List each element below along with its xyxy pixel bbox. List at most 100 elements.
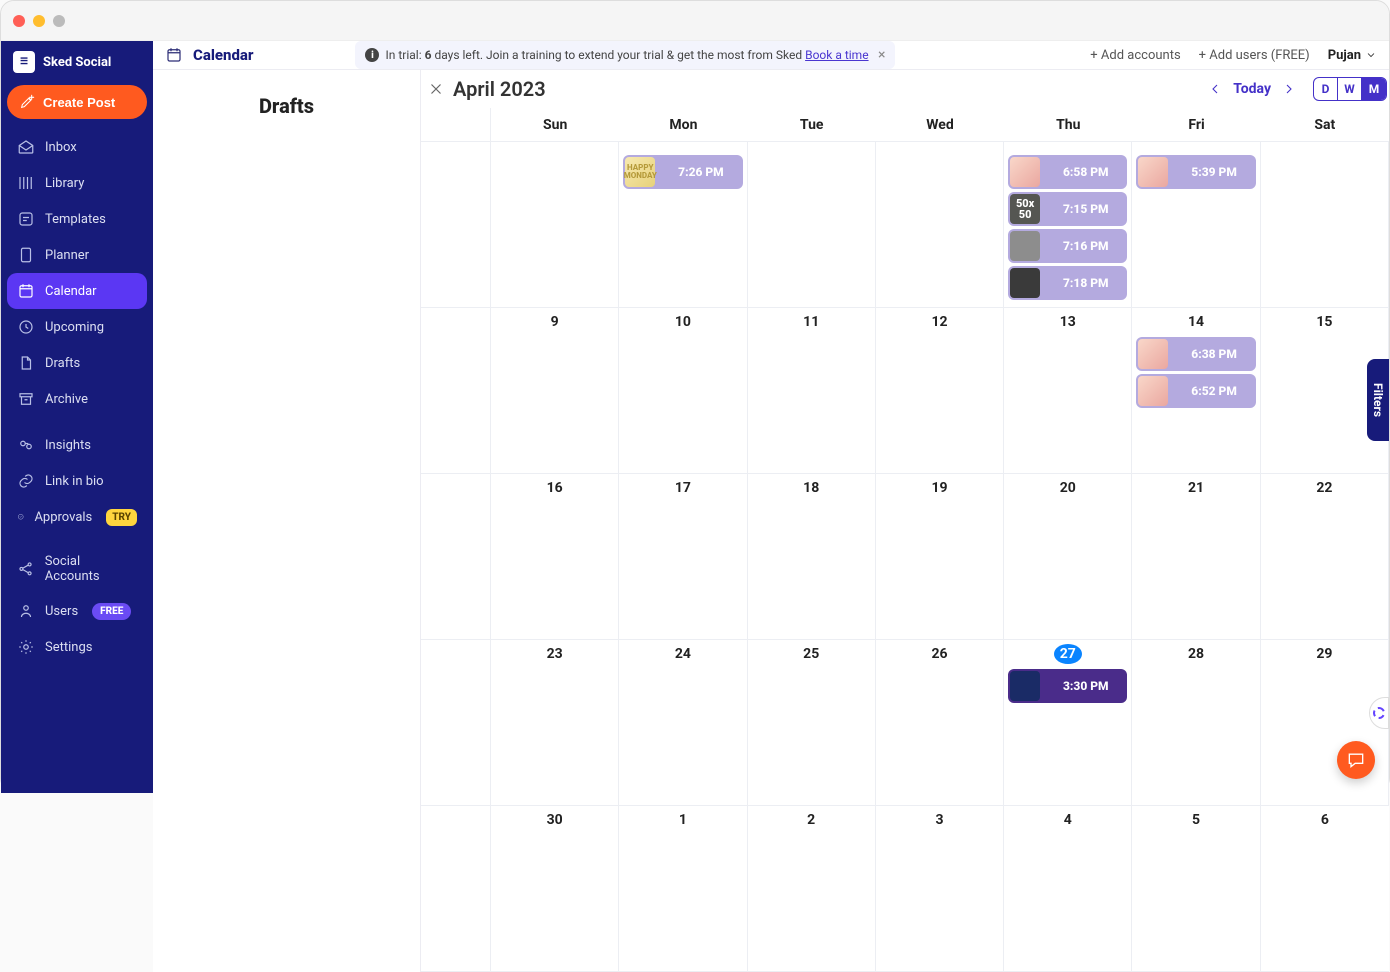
calendar-day-cell[interactable]: 2 <box>748 806 876 972</box>
next-month-icon[interactable] <box>1281 81 1297 97</box>
day-header: Sat <box>1261 108 1389 142</box>
planner-icon <box>17 246 35 264</box>
calendar-day-cell[interactable]: 146:38 PM6:52 PM <box>1132 308 1260 474</box>
sidebar-item-library[interactable]: Library <box>7 165 147 201</box>
sidebar-item-templates[interactable]: Templates <box>7 201 147 237</box>
sidebar-item-linkinbio[interactable]: Link in bio <box>7 463 147 499</box>
sidebar-item-drafts[interactable]: Drafts <box>7 345 147 381</box>
calendar-day-cell[interactable]: 18 <box>748 474 876 640</box>
calendar-day-cell[interactable]: 24 <box>619 640 747 806</box>
book-time-link[interactable]: Book a time <box>805 48 868 62</box>
user-menu[interactable]: Pujan <box>1328 48 1377 63</box>
calendar-day-cell[interactable]: 16 <box>491 474 619 640</box>
event-time: 7:16 PM <box>1046 239 1125 253</box>
view-week[interactable]: W <box>1338 78 1362 100</box>
sidebar-item-upcoming[interactable]: Upcoming <box>7 309 147 345</box>
add-users-link[interactable]: + Add users (FREE) <box>1199 48 1310 63</box>
support-chat-button[interactable] <box>1337 741 1375 779</box>
sidebar-item-users[interactable]: UsersFREE <box>7 593 147 629</box>
sidebar-item-calendar[interactable]: Calendar <box>7 273 147 309</box>
calendar-panel: April 2023 Today D W M SunMonTueWedThuFr… <box>421 70 1389 972</box>
calendar-day-cell[interactable]: 19 <box>876 474 1004 640</box>
calendar-day-cell[interactable]: 4 <box>1004 806 1132 972</box>
event-thumb <box>1138 157 1168 187</box>
sidebar-item-label: Templates <box>45 212 106 227</box>
calendar-day-cell[interactable] <box>748 142 876 308</box>
day-header: Wed <box>876 108 1004 142</box>
calendar-day-cell[interactable] <box>491 142 619 308</box>
sidebar-item-label: Calendar <box>45 284 97 299</box>
add-accounts-link[interactable]: + Add accounts <box>1090 48 1180 63</box>
calendar-day-cell[interactable]: 9 <box>491 308 619 474</box>
calendar-event[interactable]: 5:39 PM <box>1136 155 1255 189</box>
event-time: 7:26 PM <box>661 165 740 179</box>
insights-icon <box>17 436 35 454</box>
close-drafts-icon[interactable] <box>427 80 445 98</box>
upcoming-icon <box>17 318 35 336</box>
filters-tab[interactable]: Filters <box>1367 359 1389 441</box>
today-button[interactable]: Today <box>1231 77 1273 101</box>
sidebar-item-approvals[interactable]: ApprovalsTRY <box>7 499 147 535</box>
sidebar-item-inbox[interactable]: Inbox <box>7 129 147 165</box>
trial-close-icon[interactable]: × <box>878 47 885 63</box>
sidebar-item-insights[interactable]: Insights <box>7 427 147 463</box>
sidebar-item-planner[interactable]: Planner <box>7 237 147 273</box>
calendar-event[interactable]: 6:58 PM <box>1008 155 1127 189</box>
calendar-day-cell[interactable]: 6:58 PM50x 507:15 PM 7:16 PM 7:18 PM <box>1004 142 1132 308</box>
sidebar-item-settings[interactable]: Settings <box>7 629 147 665</box>
event-time: 6:38 PM <box>1174 347 1253 361</box>
calendar-day-cell[interactable]: 273:30 PM <box>1004 640 1132 806</box>
create-post-button[interactable]: Create Post <box>7 85 147 119</box>
calendar-day-cell[interactable]: 13 <box>1004 308 1132 474</box>
calendar-day-cell[interactable]: 10 <box>619 308 747 474</box>
sidebar-item-socialaccounts[interactable]: Social Accounts <box>7 545 147 593</box>
event-thumb <box>1010 268 1040 298</box>
calendar-day-cell[interactable]: 5 <box>1132 806 1260 972</box>
day-header: Mon <box>619 108 747 142</box>
calendar-day-cell[interactable]: 22 <box>1261 474 1389 640</box>
calendar-day-cell[interactable]: 30 <box>491 806 619 972</box>
calendar-day-cell[interactable]: 23 <box>491 640 619 806</box>
calendar-day-cell[interactable]: 5:39 PM <box>1132 142 1260 308</box>
window-close-dot[interactable] <box>13 15 25 27</box>
event-thumb: HAPPY MONDAY <box>625 157 655 187</box>
calendar-day-cell[interactable]: 20 <box>1004 474 1132 640</box>
calendar-event[interactable]: HAPPY MONDAY 7:26 PM <box>623 155 742 189</box>
view-month[interactable]: M <box>1362 78 1386 100</box>
calendar-day-cell[interactable]: 12 <box>876 308 1004 474</box>
calendar-day-cell[interactable] <box>1261 142 1389 308</box>
calendar-day-cell[interactable] <box>876 142 1004 308</box>
view-day[interactable]: D <box>1314 78 1338 100</box>
sidebar-item-archive[interactable]: Archive <box>7 381 147 417</box>
calendar-event[interactable]: 50x 507:15 PM <box>1008 192 1127 226</box>
calendar-event[interactable]: 7:16 PM <box>1008 229 1127 263</box>
window-max-dot[interactable] <box>53 15 65 27</box>
calendar-day-cell[interactable]: 3 <box>876 806 1004 972</box>
sidebar-item-label: Upcoming <box>45 320 104 335</box>
event-time: 6:52 PM <box>1174 384 1253 398</box>
calendar-event[interactable]: 3:30 PM <box>1008 669 1127 703</box>
calendar-day-cell[interactable]: 11 <box>748 308 876 474</box>
calendar-event[interactable]: 6:38 PM <box>1136 337 1255 371</box>
event-thumb <box>1138 339 1168 369</box>
calendar-event[interactable]: 6:52 PM <box>1136 374 1255 408</box>
day-header: Thu <box>1004 108 1132 142</box>
prev-month-icon[interactable] <box>1207 81 1223 97</box>
calendar-day-cell[interactable]: 17 <box>619 474 747 640</box>
event-thumb <box>1138 376 1168 406</box>
event-time: 3:30 PM <box>1046 679 1125 693</box>
calendar-day-cell[interactable]: 1 <box>619 806 747 972</box>
event-time: 5:39 PM <box>1174 165 1253 179</box>
calendar-day-cell[interactable]: 29 <box>1261 640 1389 806</box>
calendar-day-cell[interactable]: 28 <box>1132 640 1260 806</box>
window-min-dot[interactable] <box>33 15 45 27</box>
calendar-day-cell[interactable]: 21 <box>1132 474 1260 640</box>
calendar-day-cell[interactable]: 6 <box>1261 806 1389 972</box>
calendar-day-cell[interactable]: HAPPY MONDAY 7:26 PM <box>619 142 747 308</box>
calendar-day-cell[interactable]: 25 <box>748 640 876 806</box>
calendar-day-cell[interactable]: 26 <box>876 640 1004 806</box>
sidebar-item-label: Approvals <box>34 510 92 525</box>
page-name: Calendar <box>165 46 253 64</box>
calendar-event[interactable]: 7:18 PM <box>1008 266 1127 300</box>
event-time: 7:15 PM <box>1046 202 1125 216</box>
